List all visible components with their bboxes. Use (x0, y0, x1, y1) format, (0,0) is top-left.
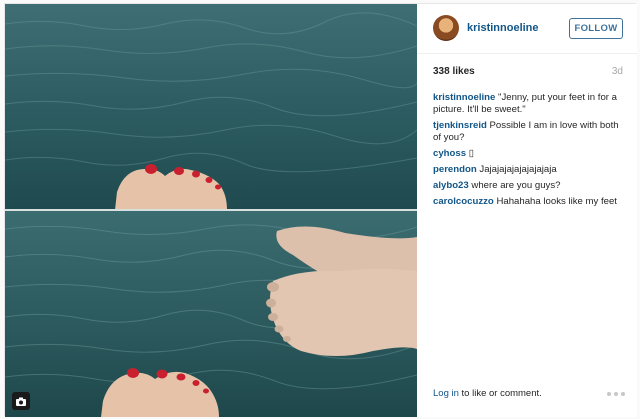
like-count[interactable]: 338 likes (433, 66, 475, 77)
comment-username[interactable]: perendon (433, 164, 477, 175)
comment-username[interactable]: tjenkinsreid (433, 120, 487, 131)
more-options-icon[interactable] (607, 392, 625, 396)
comment-text: Jajajajajajajajajaja (479, 164, 557, 175)
avatar[interactable] (433, 15, 459, 41)
water-scene-top (5, 4, 417, 210)
post-age[interactable]: 3d (612, 66, 623, 77)
login-prompt: Log in to like or comment. (433, 388, 542, 399)
post-header: kristinnoeline FOLLOW (417, 4, 637, 54)
author-username[interactable]: kristinnoeline (467, 22, 539, 34)
comment-text: where are you guys? (471, 180, 561, 191)
post-meta: 338 likes 3d (433, 66, 623, 82)
comment-item: cyhoss ▯ (433, 148, 625, 160)
comment-item: kristinnoeline "Jenny, put your feet in … (433, 92, 625, 116)
post-photo[interactable] (5, 4, 417, 417)
comment-username[interactable]: kristinnoeline (433, 92, 495, 103)
comment-item: perendon Jajajajajajajajajaja (433, 164, 625, 176)
login-link[interactable]: Log in (433, 388, 459, 399)
water-scene-bottom (5, 211, 417, 417)
photo-bottom-half (5, 211, 417, 417)
comment-item: tjenkinsreid Possible I am in love with … (433, 120, 625, 144)
comment-item: alybo23 where are you guys? (433, 180, 625, 192)
photo-top-half (5, 4, 417, 210)
comment-username[interactable]: cyhoss (433, 148, 466, 159)
post-footer: Log in to like or comment. (433, 388, 625, 402)
follow-button[interactable]: FOLLOW (569, 18, 623, 39)
comment-username[interactable]: alybo23 (433, 180, 469, 191)
comment-list: kristinnoeline "Jenny, put your feet in … (433, 92, 625, 212)
login-prompt-text: to like or comment. (458, 388, 542, 399)
bare-feet (266, 226, 417, 356)
post-card: kristinnoeline FOLLOW 338 likes 3d krist… (4, 3, 637, 417)
comment-username[interactable]: carolcocuzzo (433, 196, 494, 207)
comment-text: Hahahaha looks like my feet (496, 196, 617, 207)
camera-icon (12, 392, 30, 410)
post-sidebar: kristinnoeline FOLLOW 338 likes 3d krist… (417, 4, 637, 417)
comment-text: ▯ (468, 148, 475, 159)
comment-item: carolcocuzzo Hahahaha looks like my feet (433, 196, 625, 208)
